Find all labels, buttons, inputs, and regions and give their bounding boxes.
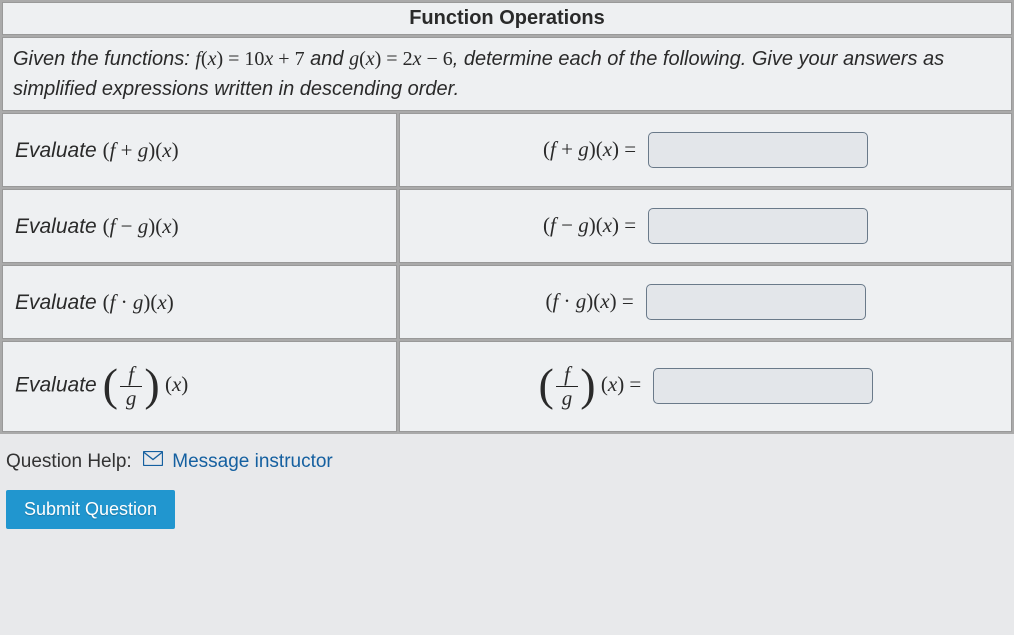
op-fdivg: (fg) (x) bbox=[103, 372, 189, 396]
evaluate-label: Evaluate bbox=[15, 373, 103, 396]
message-instructor-link[interactable]: Message instructor bbox=[172, 451, 333, 472]
op-fplusg: (f + g)(x) bbox=[103, 138, 179, 162]
instructions-prefix: Given the functions: bbox=[13, 48, 195, 70]
frac-den: g bbox=[120, 387, 143, 410]
frac-den: g bbox=[556, 387, 579, 410]
row-input-cell: (f + g)(x) = bbox=[399, 113, 1012, 187]
rhs-fplusg: (f + g)(x) = bbox=[543, 137, 636, 161]
evaluate-label: Evaluate bbox=[15, 291, 103, 314]
submit-question-button[interactable]: Submit Question bbox=[6, 490, 175, 529]
answer-input-1[interactable] bbox=[648, 132, 868, 168]
evaluate-label: Evaluate bbox=[15, 139, 103, 162]
question-help: Question Help: Message instructor bbox=[0, 434, 1014, 484]
evaluate-label: Evaluate bbox=[15, 215, 103, 238]
table-row: Evaluate (f + g)(x) (f + g)(x) = bbox=[2, 113, 1012, 187]
mail-icon bbox=[143, 450, 163, 472]
row-input-cell: (f − g)(x) = bbox=[399, 189, 1012, 263]
row-label: Evaluate (f + g)(x) bbox=[2, 113, 397, 187]
frac-num: f bbox=[556, 363, 579, 387]
row-input-cell: (fg) (x) = bbox=[399, 341, 1012, 432]
f-definition: f(x) = 10x + 7 bbox=[195, 48, 304, 70]
table-row: Evaluate (fg) (x) (fg) (x) = bbox=[2, 341, 1012, 432]
row-label: Evaluate (fg) (x) bbox=[2, 341, 397, 432]
row-input-cell: (f · g)(x) = bbox=[399, 265, 1012, 339]
help-label: Question Help: bbox=[6, 451, 132, 472]
rhs-fminusg: (f − g)(x) = bbox=[543, 213, 636, 237]
table-row: Evaluate (f − g)(x) (f − g)(x) = bbox=[2, 189, 1012, 263]
connector: and bbox=[310, 48, 349, 70]
rhs-ftimesg: (f · g)(x) = bbox=[545, 289, 633, 313]
g-definition: g(x) = 2x − 6 bbox=[349, 48, 453, 70]
frac-num: f bbox=[120, 363, 143, 387]
row-label: Evaluate (f − g)(x) bbox=[2, 189, 397, 263]
answer-input-4[interactable] bbox=[653, 368, 873, 404]
row-label: Evaluate (f · g)(x) bbox=[2, 265, 397, 339]
rhs-arg: (x) = bbox=[601, 372, 641, 396]
answer-input-2[interactable] bbox=[648, 208, 868, 244]
table-row: Evaluate (f · g)(x) (f · g)(x) = bbox=[2, 265, 1012, 339]
rhs-fdivg: (fg) (x) = bbox=[538, 372, 646, 396]
instructions: Given the functions: f(x) = 10x + 7 and … bbox=[2, 37, 1012, 111]
op-fminusg: (f − g)(x) bbox=[103, 214, 179, 238]
question-table: Function Operations Given the functions:… bbox=[0, 0, 1014, 434]
table-title: Function Operations bbox=[2, 2, 1012, 35]
answer-input-3[interactable] bbox=[646, 284, 866, 320]
op-arg: (x) bbox=[165, 372, 188, 396]
op-ftimesg: (f · g)(x) bbox=[103, 290, 174, 314]
